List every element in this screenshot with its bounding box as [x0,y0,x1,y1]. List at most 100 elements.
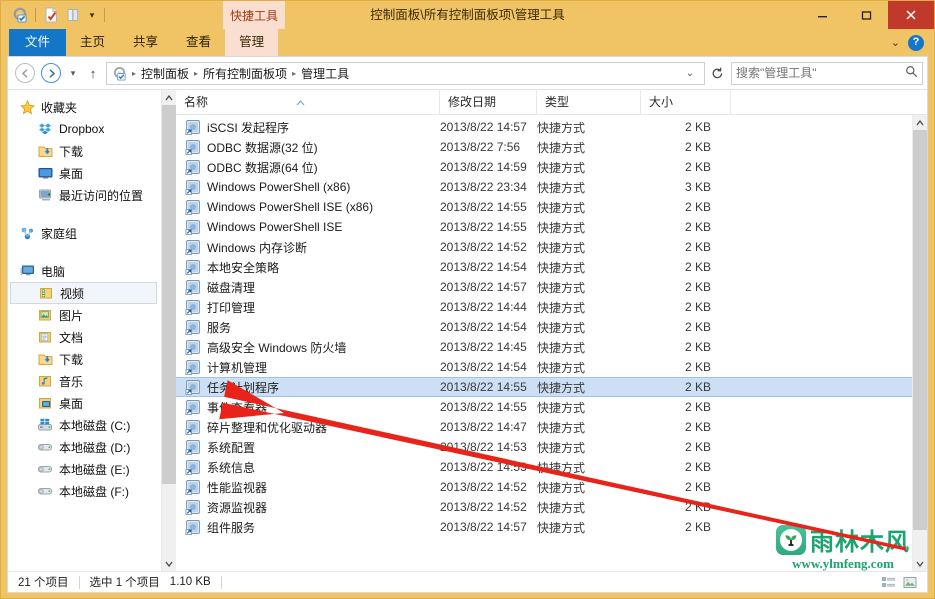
table-row[interactable]: 打印管理 2013/8/22 14:44 快捷方式 2 KB [176,297,912,317]
file-name-cell[interactable]: iSCSI 发起程序 [176,119,440,136]
sidebar-group-favorites[interactable]: 收藏夹 [8,96,161,118]
sidebar-item-drive-c[interactable]: 本地磁盘 (C:) [8,414,161,436]
minimize-button[interactable] [800,1,844,29]
table-row[interactable]: Windows PowerShell ISE 2013/8/22 14:55 快捷方… [176,217,912,237]
table-row[interactable]: 服务 2013/8/22 14:54 快捷方式 2 KB [176,317,912,337]
table-row[interactable]: 性能监视器 2013/8/22 14:52 快捷方式 2 KB [176,477,912,497]
properties-icon[interactable] [40,5,62,25]
recent-locations-chevron-down-icon[interactable]: ▾ [64,61,82,85]
sidebar-item-desktop[interactable]: 桌面 [8,162,161,184]
table-row[interactable]: 事件查看器 2013/8/22 14:55 快捷方式 2 KB [176,397,912,417]
search-box[interactable] [731,61,923,85]
file-name-cell[interactable]: 磁盘清理 [176,279,440,296]
table-row[interactable]: Windows 内存诊断 2013/8/22 14:52 快捷方式 2 KB [176,237,912,257]
sidebar-item-dropbox[interactable]: Dropbox [8,118,161,140]
file-name-cell[interactable]: 任务计划程序 [176,379,440,396]
file-name-cell[interactable]: Windows PowerShell ISE [176,219,440,235]
file-name-cell[interactable]: Windows 内存诊断 [176,239,440,256]
table-row[interactable]: Windows PowerShell (x86) 2013/8/22 23:34 快… [176,177,912,197]
file-scroll-track[interactable] [913,130,927,556]
large-icons-view-icon[interactable] [901,573,919,591]
file-name-cell[interactable]: 本地安全策略 [176,259,440,276]
file-name-cell[interactable]: 计算机管理 [176,359,440,376]
column-header-date[interactable]: 修改日期 [440,89,537,115]
column-header-size[interactable]: 大小 [641,89,731,115]
sidebar-item-videos[interactable]: 视频 [10,282,157,304]
file-scroll-down-button[interactable] [913,556,927,571]
sidebar-group-computer[interactable]: 电脑 [8,260,161,282]
details-view-icon[interactable] [880,573,898,591]
tab-file[interactable]: 文件 [9,29,67,56]
search-input[interactable] [736,66,903,80]
refresh-button[interactable] [705,62,729,85]
file-name-cell[interactable]: 性能监视器 [176,479,440,496]
table-row[interactable]: 系统配置 2013/8/22 14:53 快捷方式 2 KB [176,437,912,457]
sidebar-item-downloads[interactable]: 下载 [8,140,161,162]
sidebar-group-homegroup[interactable]: 家庭组 [8,222,161,244]
nav-scroll-down-button[interactable] [162,556,176,571]
tab-manage[interactable]: 管理 [225,29,279,56]
file-scroll-up-button[interactable] [913,115,927,130]
sidebar-item-drive-e[interactable]: 本地磁盘 (E:) [8,458,161,480]
table-row[interactable]: 资源监视器 2013/8/22 14:52 快捷方式 2 KB [176,497,912,517]
file-name-cell[interactable]: 服务 [176,319,440,336]
file-name-cell[interactable]: 高级安全 Windows 防火墙 [176,339,440,356]
close-button[interactable] [888,1,934,29]
up-button[interactable]: ↑ [82,61,104,85]
breadcrumb-bar[interactable]: ▸ 控制面板 ▸ 所有控制面板项 ▸ 管理工具 ⌄ [106,61,705,85]
table-row[interactable]: 组件服务 2013/8/22 14:57 快捷方式 2 KB [176,517,912,537]
nav-scroll-up-button[interactable] [162,90,176,105]
file-name-cell[interactable]: 打印管理 [176,299,440,316]
nav-pane-scrollbar[interactable] [161,90,176,571]
table-row[interactable]: iSCSI 发起程序 2013/8/22 14:57 快捷方式 2 KB [176,117,912,137]
file-name-cell[interactable]: ODBC 数据源(64 位) [176,159,440,176]
file-name-cell[interactable]: ODBC 数据源(32 位) [176,139,440,156]
table-row[interactable]: Windows PowerShell ISE (x86) 2013/8/22 14… [176,197,912,217]
file-name-cell[interactable]: 碎片整理和优化驱动器 [176,419,440,436]
breadcrumb-item-2[interactable]: 管理工具 [297,65,353,82]
sidebar-item-pictures[interactable]: 图片 [8,304,161,326]
table-row[interactable]: 高级安全 Windows 防火墙 2013/8/22 14:45 快捷方式 2 KB [176,337,912,357]
sidebar-item-downloads-2[interactable]: 下载 [8,348,161,370]
file-name-cell[interactable]: 事件查看器 [176,399,440,416]
sidebar-item-documents[interactable]: 文档 [8,326,161,348]
file-name-cell[interactable]: 系统信息 [176,459,440,476]
sidebar-item-desktop-2[interactable]: 桌面 [8,392,161,414]
address-dropdown-chevron-down-icon[interactable]: ⌄ [680,62,700,85]
sidebar-item-music[interactable]: 音乐 [8,370,161,392]
tab-home[interactable]: 主页 [66,29,119,56]
nav-scroll-thumb[interactable] [162,105,176,484]
breadcrumb-item-0[interactable]: 控制面板 [137,65,193,82]
file-list-scrollbar[interactable] [912,115,927,571]
table-row[interactable]: 任务计划程序 2013/8/22 14:55 快捷方式 2 KB [176,377,912,397]
table-row[interactable]: ODBC 数据源(32 位) 2013/8/22 7:56 快捷方式 2 KB [176,137,912,157]
quick-access-toolbar[interactable]: ▾ [1,1,109,29]
table-row[interactable]: 本地安全策略 2013/8/22 14:54 快捷方式 2 KB [176,257,912,277]
file-scroll-thumb[interactable] [913,130,927,531]
search-icon[interactable] [905,65,918,81]
tab-share[interactable]: 共享 [119,29,172,56]
help-icon[interactable]: ? [908,34,924,51]
customize-qat-chevron-down-icon[interactable]: ▾ [84,5,100,25]
sidebar-item-drive-f[interactable]: 本地磁盘 (F:) [8,480,161,502]
file-name-cell[interactable]: 资源监视器 [176,499,440,516]
table-row[interactable]: ODBC 数据源(64 位) 2013/8/22 14:59 快捷方式 2 KB [176,157,912,177]
sidebar-item-recent-places[interactable]: 最近访问的位置 [8,184,161,206]
file-name-cell[interactable]: 组件服务 [176,519,440,536]
back-button[interactable] [13,61,37,85]
new-folder-icon[interactable] [62,5,84,25]
tab-view[interactable]: 查看 [172,29,225,56]
forward-button[interactable] [39,61,63,85]
table-row[interactable]: 系统信息 2013/8/22 14:53 快捷方式 2 KB [176,457,912,477]
sidebar-item-drive-d[interactable]: 本地磁盘 (D:) [8,436,161,458]
control-panel-icon[interactable] [9,5,31,25]
breadcrumb-item-1[interactable]: 所有控制面板项 [199,65,291,82]
file-name-cell[interactable]: 系统配置 [176,439,440,456]
chevron-down-icon[interactable]: ⌄ [891,36,900,49]
column-header-name[interactable]: 名称 [176,89,440,115]
file-name-cell[interactable]: Windows PowerShell ISE (x86) [176,199,440,215]
table-row[interactable]: 磁盘清理 2013/8/22 14:57 快捷方式 2 KB [176,277,912,297]
nav-scroll-track[interactable] [162,105,176,556]
table-row[interactable]: 计算机管理 2013/8/22 14:54 快捷方式 2 KB [176,357,912,377]
maximize-button[interactable] [844,1,888,29]
